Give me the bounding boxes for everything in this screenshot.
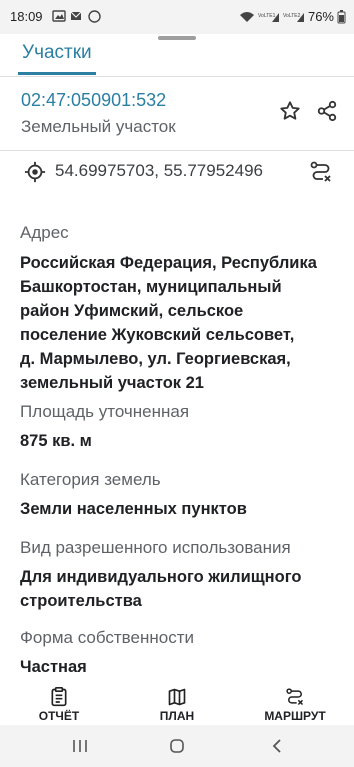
drag-handle[interactable]: [158, 36, 196, 40]
recents-icon[interactable]: [72, 739, 88, 753]
status-right: VoLTE1 VoLTE2 76%: [239, 9, 346, 24]
tab-indicator: [18, 72, 96, 75]
details-scroll[interactable]: 2021-02-25 Адрес Российская Федерация, Р…: [0, 190, 354, 681]
home-icon[interactable]: [169, 738, 185, 754]
field-label-permitted-use: Вид разрешенного использования: [20, 538, 291, 557]
parcel-type: Земельный участок: [21, 117, 176, 136]
field-value-permitted-use: Для индивидуального жилищного строительс…: [20, 568, 302, 610]
svg-text:VoLTE2: VoLTE2: [283, 13, 301, 19]
signal-icon-2: VoLTE2: [283, 12, 304, 22]
route-button[interactable]: МАРШРУТ: [245, 681, 345, 725]
report-icon: [51, 687, 67, 707]
svg-text:VoLTE1: VoLTE1: [258, 13, 276, 19]
battery-percent: 76%: [307, 9, 334, 24]
date-value: 2021-02-25: [20, 190, 107, 195]
battery-icon: [337, 9, 346, 23]
field-label-area: Площадь уточненная: [20, 402, 190, 421]
report-label: ОТЧЁТ: [38, 709, 80, 723]
tab-parcels[interactable]: Участки: [22, 42, 92, 64]
field-label-address: Адрес: [20, 223, 69, 242]
field-value-land-category: Земли населенных пунктов: [20, 500, 247, 518]
back-icon[interactable]: [271, 738, 283, 754]
field-label-land-category: Категория земель: [20, 470, 161, 489]
coordinates-text[interactable]: 54.69975703, 55.77952496: [55, 161, 263, 181]
map-icon: [168, 688, 186, 706]
coordinates-row: 54.69975703, 55.77952496: [0, 156, 354, 190]
field-value-area: 875 кв. м: [20, 432, 92, 450]
signal-icon-1: VoLTE1: [258, 12, 279, 22]
wifi-icon: [239, 11, 254, 22]
field-value-address: Российская Федерация, Республика Башкорт…: [20, 254, 317, 392]
field-label-ownership: Форма собственности: [20, 628, 194, 647]
divider: [0, 76, 354, 77]
plan-button[interactable]: ПЛАН: [127, 681, 227, 725]
mail-icon: [70, 11, 82, 20]
system-nav-bar: [0, 725, 354, 767]
route-label: МАРШРУТ: [264, 709, 326, 723]
gps-target-icon[interactable]: [24, 161, 46, 183]
plan-label: ПЛАН: [159, 709, 195, 723]
gallery-icon: [52, 10, 66, 22]
status-time: 18:09: [10, 9, 43, 24]
route-icon[interactable]: [309, 160, 333, 184]
tab-header: Участки: [0, 34, 354, 76]
status-bar: 18:09 VoLTE1 VoLTE2 76%: [0, 0, 354, 34]
report-button[interactable]: ОТЧЁТ: [9, 681, 109, 725]
star-icon[interactable]: [279, 100, 301, 122]
field-value-ownership: Частная: [20, 658, 87, 676]
share-icon[interactable]: [316, 99, 338, 123]
divider: [0, 150, 354, 151]
cadastral-number[interactable]: 02:47:050901:532: [21, 90, 166, 111]
bottom-nav: ОТЧЁТ ПЛАН МАРШРУТ: [0, 681, 354, 725]
route-icon: [286, 688, 304, 706]
whatsapp-icon: [88, 10, 101, 23]
